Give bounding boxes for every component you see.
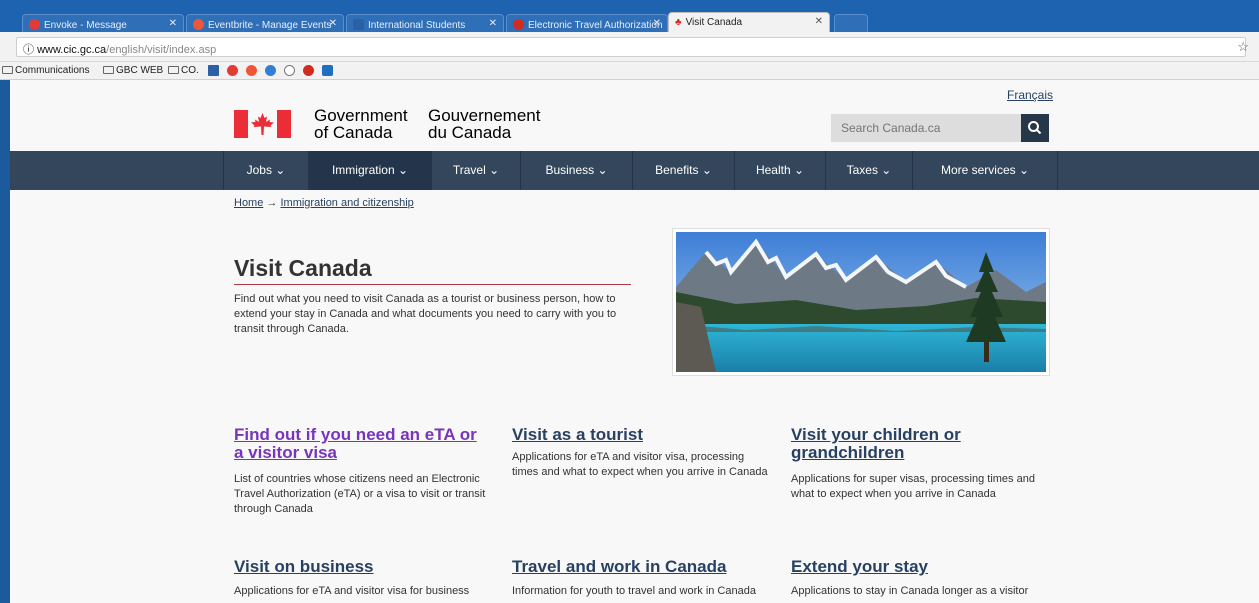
close-tab-icon[interactable]: ✕ xyxy=(329,18,337,29)
maple-leaf-icon xyxy=(251,113,274,135)
breadcrumb-home-link[interactable]: Home xyxy=(234,197,263,209)
address-bar[interactable]: ⓘ www.cic.gc.ca/english/visit/index.asp xyxy=(16,37,1246,57)
card-link-visit-business[interactable]: Visit on business xyxy=(234,558,494,576)
breadcrumb-immigration-link[interactable]: Immigration and citizenship xyxy=(280,197,413,209)
search-button[interactable] xyxy=(1021,114,1049,142)
canada-flag-logo xyxy=(234,110,291,138)
page-intro: Find out what you need to visit Canada a… xyxy=(234,293,617,335)
card-link-visit-children[interactable]: Visit your children or grandchildren xyxy=(791,426,1051,462)
breadcrumb: Home → Immigration and citizenship xyxy=(234,197,414,209)
card-desc-extend-stay: Applications to stay in Canada longer as… xyxy=(791,585,1029,597)
menu-item-benefits[interactable]: Benefits ⌄ xyxy=(633,151,735,190)
menu-item-more-services[interactable]: More services ⌄ xyxy=(913,151,1058,190)
government-of-canada-wordmark-en[interactable]: Government of Canada xyxy=(314,107,408,141)
card-desc-visit-tourist: Applications for eTA and visitor visa, p… xyxy=(512,451,768,478)
dropbox-bookmark-icon[interactable] xyxy=(265,65,276,76)
maple-leaf-icon: ♣ xyxy=(675,17,682,28)
envoke-icon xyxy=(29,19,40,30)
card-link-travel-work[interactable]: Travel and work in Canada xyxy=(512,558,782,576)
close-tab-icon[interactable]: ✕ xyxy=(653,18,661,29)
folder-icon xyxy=(168,66,179,74)
gbc-bookmark-icon[interactable] xyxy=(208,65,219,76)
eventbrite-icon xyxy=(193,19,204,30)
close-tab-icon[interactable]: ✕ xyxy=(169,18,177,29)
menu-item-immigration[interactable]: Immigration ⌄ xyxy=(309,151,432,190)
card-link-eta-or-visa[interactable]: Find out if you need an eTA or a visitor… xyxy=(234,426,484,462)
browser-chrome: Envoke - Message ✕ Eventbrite - Manage E… xyxy=(0,0,1259,80)
breadcrumb-arrow-icon: → xyxy=(266,197,278,209)
tab-strip: Envoke - Message ✕ Eventbrite - Manage E… xyxy=(0,6,1259,38)
search-input[interactable] xyxy=(831,114,1021,142)
card-desc-visit-children: Applications for super visas, processing… xyxy=(791,473,1035,500)
language-toggle-link[interactable]: Français xyxy=(1007,88,1053,102)
maple-leaf-icon xyxy=(513,19,524,30)
hero-image-moraine-lake xyxy=(672,228,1050,376)
card-desc-travel-work: Information for youth to travel and work… xyxy=(512,585,756,597)
card-link-extend-stay[interactable]: Extend your stay xyxy=(791,558,1051,576)
page-title: Visit Canada xyxy=(234,255,372,281)
folder-icon xyxy=(2,66,13,74)
card-link-visit-tourist[interactable]: Visit as a tourist xyxy=(512,426,772,444)
window-edge xyxy=(0,80,10,603)
gouvernement-du-canada-wordmark-fr[interactable]: Gouvernement du Canada xyxy=(428,107,540,141)
bookmark-folder-co[interactable]: CO. xyxy=(168,65,199,76)
mountain-lake-image xyxy=(676,232,1046,372)
bookmark-folder-gbc-web[interactable]: GBC WEB xyxy=(103,65,163,76)
menu-item-taxes[interactable]: Taxes ⌄ xyxy=(826,151,913,190)
menu-item-jobs[interactable]: Jobs ⌄ xyxy=(223,151,309,190)
info-icon[interactable]: ⓘ xyxy=(23,44,34,56)
close-tab-icon[interactable]: ✕ xyxy=(489,18,497,29)
menu-item-business[interactable]: Business ⌄ xyxy=(521,151,633,190)
gbc-icon xyxy=(353,19,364,30)
maple-leaf-bookmark-icon[interactable] xyxy=(303,65,314,76)
close-tab-icon[interactable]: ✕ xyxy=(815,16,823,27)
web-page: Français Government of Canada Gouverneme… xyxy=(10,80,1259,603)
sync-bookmark-icon[interactable] xyxy=(284,65,295,76)
card-desc-visit-business: Applications for eTA and visitor visa fo… xyxy=(234,585,470,597)
outlook-bookmark-icon[interactable] xyxy=(322,65,333,76)
bookmark-folder-communications[interactable]: Communications xyxy=(2,65,89,76)
browser-toolbar: ⓘ www.cic.gc.ca/english/visit/index.asp … xyxy=(0,32,1259,62)
bookmarks-bar: Communications GBC WEB CO. xyxy=(0,62,1259,80)
main-menu: Jobs ⌄ Immigration ⌄ Travel ⌄ Business ⌄… xyxy=(10,151,1259,190)
eventbrite-bookmark-icon[interactable] xyxy=(246,65,257,76)
menu-item-travel[interactable]: Travel ⌄ xyxy=(432,151,521,190)
title-underline xyxy=(234,284,631,285)
menu-item-health[interactable]: Health ⌄ xyxy=(735,151,826,190)
bookmark-star-icon[interactable]: ☆ xyxy=(1237,39,1249,55)
card-desc-eta-or-visa: List of countries whose citizens need an… xyxy=(234,473,486,515)
folder-icon xyxy=(103,66,114,74)
envoke-bookmark-icon[interactable] xyxy=(227,65,238,76)
search-icon xyxy=(1028,121,1042,135)
